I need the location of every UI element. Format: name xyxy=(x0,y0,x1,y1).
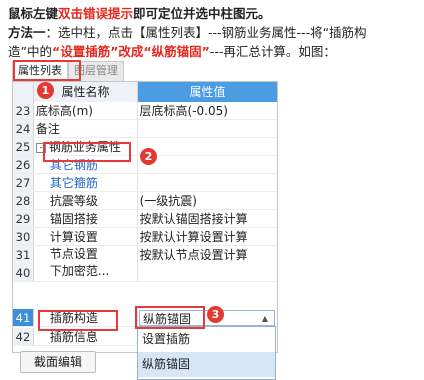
highlight-box-tab xyxy=(13,60,81,81)
header-num-cell xyxy=(13,82,34,102)
instruction-text-3a: 造”中的 xyxy=(8,44,52,59)
table-row[interactable]: 23 底标高(m) 层底标高(-0.05) xyxy=(13,102,277,120)
row-name: 备注 xyxy=(34,120,138,137)
row-number-top: 31 xyxy=(15,248,31,262)
row-value[interactable]: 按默认锚固搭接计算 xyxy=(138,210,277,227)
row-value[interactable]: 层底标高(-0.05) xyxy=(138,102,277,119)
row-value[interactable]: 按默认节点设置计算 xyxy=(138,246,277,281)
row-value[interactable]: (一级抗震) xyxy=(138,192,277,209)
row-number: 42 xyxy=(13,328,34,345)
instruction-line-1: 鼠标左键双击错误提示即可定位并选中柱图元。 xyxy=(8,4,422,23)
instruction-text: 鼠标左键双击错误提示即可定位并选中柱图元。 方法一：选中柱，点击【属性列表】--… xyxy=(8,4,422,61)
instruction-highlight-1: 双击错误提示 xyxy=(58,6,134,21)
highlight-box-rebar-attr xyxy=(43,142,131,162)
row-name: 抗震等级 xyxy=(34,192,138,209)
step-badge-1: 1 xyxy=(37,82,54,99)
row-name: 计算设置 xyxy=(34,228,138,245)
table-row[interactable]: 28 抗震等级 (一级抗震) xyxy=(13,192,277,210)
table-row[interactable]: 24 备注 xyxy=(13,120,277,138)
row-name-bottom: 下加密范... xyxy=(49,264,110,278)
instruction-text-1a: 鼠标左键 xyxy=(8,6,59,21)
row-value[interactable] xyxy=(138,120,277,137)
instruction-text-1c: 即可定位并选中柱图元。 xyxy=(133,6,271,21)
row-name: 其它箍筋 xyxy=(34,174,138,191)
rebar-construct-dropdown[interactable]: 设置插筋 纵筋锚固 xyxy=(137,326,276,380)
row-value[interactable] xyxy=(138,156,277,173)
row-number: 26 xyxy=(13,156,34,173)
instruction-text-3c: ---再汇总计算。如图： xyxy=(209,44,336,59)
step-badge-3: 3 xyxy=(207,306,224,323)
table-row[interactable]: 31 40 节点设置 下加密范... 按默认节点设置计算 xyxy=(13,246,277,282)
row-number: 24 xyxy=(13,120,34,137)
caret-up-icon[interactable]: ▲ xyxy=(262,311,268,327)
row-number: 27 xyxy=(13,174,34,191)
step-badge-2: 2 xyxy=(140,148,157,165)
header-property-value: 属性值 xyxy=(138,82,277,102)
row-name: 锚固搭接 xyxy=(34,210,138,227)
row-number: 28 xyxy=(13,192,34,209)
dropdown-option-selected[interactable]: 纵筋锚固 xyxy=(138,352,275,377)
row-number: 30 xyxy=(13,228,34,245)
row-number: 31 40 xyxy=(13,246,34,281)
row-number-bottom: 40 xyxy=(15,266,31,280)
row-number: 25 xyxy=(13,138,34,155)
row-value[interactable]: 按默认计算设置计算 xyxy=(138,228,277,245)
row-number: 41 xyxy=(13,309,34,326)
table-row[interactable]: 30 计算设置 按默认计算设置计算 xyxy=(13,228,277,246)
highlight-box-construct-name xyxy=(38,310,118,331)
row-name: 底标高(m) xyxy=(34,102,138,119)
row-value xyxy=(138,138,277,155)
method-label: 方法一 xyxy=(8,25,46,40)
row-value[interactable] xyxy=(138,174,277,191)
row-number: 23 xyxy=(13,102,34,119)
instruction-line-3: 造”中的“设置插筋”改成“纵筋锚固”---再汇总计算。如图： xyxy=(8,42,422,61)
table-row[interactable]: 27 其它箍筋 xyxy=(13,174,277,192)
instruction-line-2: 方法一：选中柱，点击【属性列表】---钢筋业务属性---将“插筋构 xyxy=(8,23,422,42)
section-edit-button[interactable]: 截面编辑 xyxy=(20,351,96,373)
instruction-text-2b: ：选中柱，点击【属性列表】---钢筋业务属性---将“插筋构 xyxy=(45,25,367,40)
dropdown-option[interactable]: 设置插筋 xyxy=(138,327,275,352)
instruction-highlight-3: “设置插筋”改成“纵筋锚固” xyxy=(51,44,210,59)
table-row[interactable]: 29 锚固搭接 按默认锚固搭接计算 xyxy=(13,210,277,228)
row-name-top: 节点设置 xyxy=(49,247,98,261)
highlight-box-construct-value xyxy=(135,306,205,329)
row-number: 29 xyxy=(13,210,34,227)
row-name: 节点设置下加密范... xyxy=(34,246,138,281)
